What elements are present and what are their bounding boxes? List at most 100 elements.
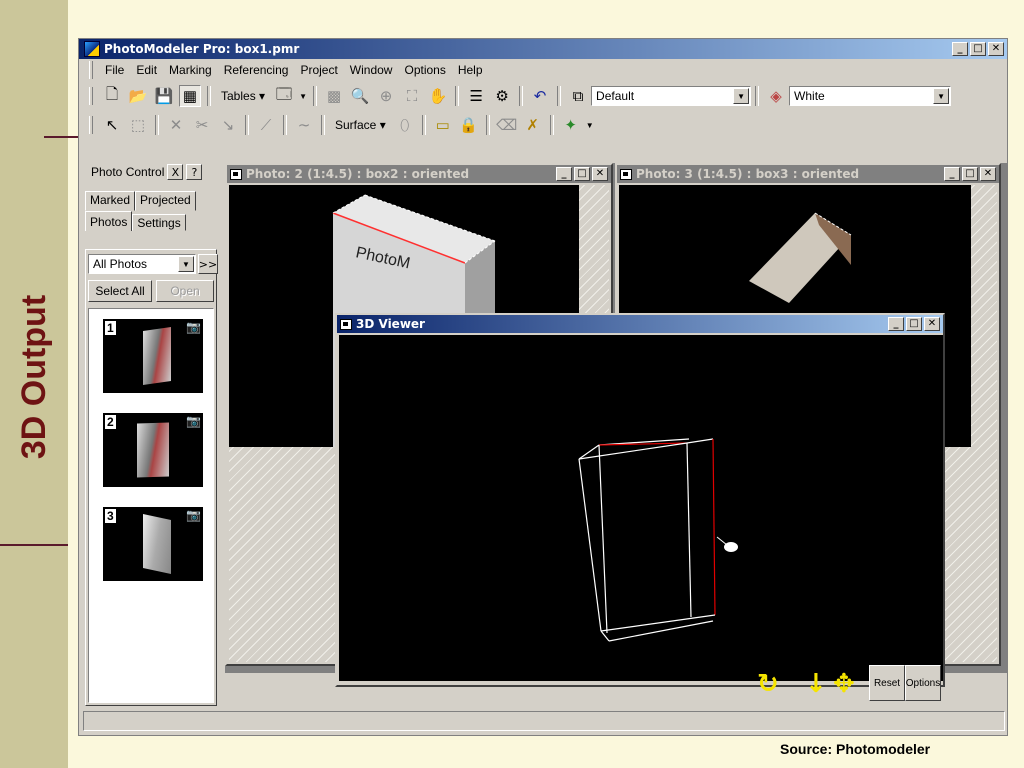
zoom-fit-icon[interactable]: ▩	[323, 85, 345, 107]
layer-combo-value: Default	[596, 89, 635, 103]
more-button[interactable]: >>	[198, 254, 218, 274]
menu-file[interactable]: File	[99, 63, 130, 77]
tab-marked[interactable]: Marked	[85, 191, 136, 211]
window-icon[interactable]: 🗔	[273, 85, 295, 107]
layer-combo[interactable]: Default ▼	[591, 86, 752, 106]
dropdown-arrow-icon[interactable]: ▼	[299, 85, 307, 107]
photo-filter-value: All Photos	[93, 257, 148, 271]
app-titlebar[interactable]: PhotoModeler Pro: box1.pmr _ □ ✕	[79, 39, 1007, 59]
reset-button[interactable]: Reset	[869, 665, 905, 701]
properties-list-icon[interactable]: ☰	[465, 85, 487, 107]
pan-icon[interactable]: ✥	[833, 669, 855, 699]
close-button[interactable]: ✕	[924, 317, 940, 331]
slide-rule-bottom	[0, 544, 68, 546]
curve-tool-icon[interactable]: ∼	[293, 114, 315, 136]
minimize-button[interactable]: _	[952, 42, 968, 56]
rotate-icon[interactable]: ↻	[757, 669, 779, 699]
thumbnail-number: 3	[105, 509, 116, 523]
photo-window-icon[interactable]	[230, 168, 242, 180]
photo-thumbnail[interactable]: 1 📷	[103, 319, 203, 393]
maximize-button[interactable]: □	[962, 167, 978, 181]
pan-hand-icon[interactable]: ✋	[427, 85, 449, 107]
tab-settings[interactable]: Settings	[132, 214, 186, 231]
chevron-down-icon[interactable]: ▼	[178, 256, 194, 272]
move-vertical-icon[interactable]: ↓	[805, 669, 827, 699]
panel-help-button[interactable]: ?	[186, 164, 203, 180]
surface-menu-button[interactable]: Surface ▾	[329, 118, 392, 132]
run-process-icon[interactable]: ✦	[560, 114, 582, 136]
open-folder-icon[interactable]: 📂	[127, 85, 149, 107]
close-button[interactable]: ✕	[980, 167, 996, 181]
mark-point-icon[interactable]: ✕	[165, 114, 187, 136]
menu-marking[interactable]: Marking	[163, 63, 218, 77]
status-bar	[83, 711, 1005, 731]
layers-icon[interactable]: ⧉	[567, 85, 589, 107]
minimize-button[interactable]: _	[944, 167, 960, 181]
wireframe-edge	[712, 438, 716, 616]
chevron-down-icon[interactable]: ▼	[733, 88, 750, 104]
menu-window[interactable]: Window	[344, 63, 399, 77]
photo-table-icon[interactable]: ▦	[179, 85, 201, 107]
photo-window-titlebar[interactable]: Photo: 3 (1:4.5) : box3 : oriented _ □ ✕	[617, 165, 999, 183]
photo-thumbnail[interactable]: 2 📷	[103, 413, 203, 487]
slide-rule-top	[44, 136, 78, 138]
delete-marks-icon[interactable]: ⌫	[496, 114, 518, 136]
mark-edge-icon[interactable]: ✂	[191, 114, 213, 136]
photo-thumbnail[interactable]: 3 📷	[103, 507, 203, 581]
viewer-canvas[interactable]: ↻ ↓ ✥ Reset Options	[339, 335, 943, 701]
menu-bar: File Edit Marking Referencing Project Wi…	[79, 59, 1007, 81]
tables-menu-button[interactable]: Tables ▾	[215, 89, 271, 103]
maximize-button[interactable]: □	[906, 317, 922, 331]
panel-close-button[interactable]: X	[167, 164, 184, 180]
viewer-3d-window[interactable]: 3D Viewer _ □ ✕ ↻ ↓ ✥ Reset Options	[335, 313, 945, 701]
photo-window-titlebar[interactable]: Photo: 2 (1:4.5) : box2 : oriented _ □ ✕	[227, 165, 611, 183]
chevron-down-icon[interactable]: ▼	[933, 88, 950, 104]
settings-icon[interactable]: ⚙	[491, 85, 513, 107]
select-all-button[interactable]: Select All	[88, 280, 152, 302]
app-window: PhotoModeler Pro: box1.pmr _ □ ✕ File Ed…	[78, 38, 1008, 736]
menu-edit[interactable]: Edit	[130, 63, 163, 77]
close-button[interactable]: ✕	[592, 167, 608, 181]
viewer-titlebar[interactable]: 3D Viewer _ □ ✕	[337, 315, 943, 333]
maximize-button[interactable]: □	[970, 42, 986, 56]
zoom-out-icon[interactable]: 🔍	[349, 85, 371, 107]
measure-ruler-icon[interactable]: ▭	[432, 114, 454, 136]
select-region-icon[interactable]: ⬚	[127, 114, 149, 136]
menu-project[interactable]: Project	[294, 63, 343, 77]
open-button[interactable]: Open	[156, 280, 214, 302]
new-file-icon[interactable]: 🗋	[101, 85, 123, 107]
color-combo[interactable]: White ▼	[789, 86, 952, 106]
cylinder-icon[interactable]: ⬯	[394, 114, 416, 136]
close-button[interactable]: ✕	[988, 42, 1004, 56]
minimize-button[interactable]: _	[556, 167, 572, 181]
box-wireframe	[578, 438, 716, 642]
tab-photos[interactable]: Photos	[85, 211, 133, 231]
reference-icon[interactable]: ↘	[217, 114, 239, 136]
photo-window-icon[interactable]	[620, 168, 632, 180]
photo-filter-select[interactable]: All Photos ▼	[88, 254, 196, 274]
color-palette-icon[interactable]: ◈	[765, 85, 787, 107]
undo-icon[interactable]: ↶	[529, 85, 551, 107]
app-icon[interactable]	[84, 41, 100, 57]
options-button[interactable]: Options	[905, 665, 941, 701]
menu-grip[interactable]	[89, 61, 93, 79]
zoom-region-icon[interactable]: ⛶	[401, 85, 423, 107]
mdi-workspace: Photo: 2 (1:4.5) : box2 : oriented _ □ ✕	[225, 163, 1007, 701]
remove-icon[interactable]: ✗	[522, 114, 544, 136]
minimize-button[interactable]: _	[888, 317, 904, 331]
save-icon[interactable]: 💾	[153, 85, 175, 107]
line-tool-icon[interactable]: ⟋	[255, 114, 277, 136]
menu-referencing[interactable]: Referencing	[218, 63, 295, 77]
dropdown-arrow-icon[interactable]: ▼	[586, 114, 594, 136]
lock-icon[interactable]: 🔒	[458, 114, 480, 136]
viewer-window-icon[interactable]	[340, 318, 352, 330]
toolbar-grip[interactable]	[89, 116, 93, 134]
zoom-in-icon[interactable]: ⊕	[375, 85, 397, 107]
menu-help[interactable]: Help	[452, 63, 489, 77]
thumbnail-list: 1 📷 2 📷 3 📷	[88, 308, 214, 703]
select-arrow-icon[interactable]: ↖	[101, 114, 123, 136]
tab-projected[interactable]: Projected	[135, 191, 196, 211]
menu-options[interactable]: Options	[398, 63, 451, 77]
toolbar-grip[interactable]	[89, 87, 93, 105]
maximize-button[interactable]: □	[574, 167, 590, 181]
